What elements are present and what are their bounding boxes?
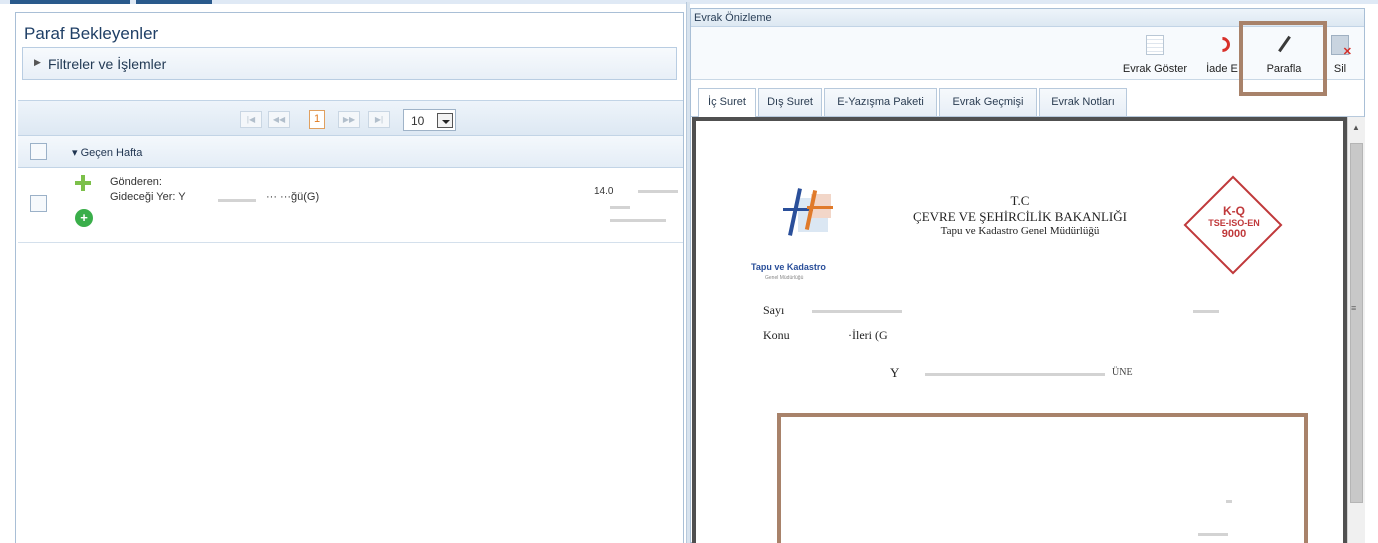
sayi-label: Sayı	[763, 303, 785, 317]
scroll-thumb[interactable]	[1350, 143, 1363, 503]
konu-label: Konu	[763, 328, 790, 342]
document-body-highlight	[777, 413, 1308, 543]
page-size-select[interactable]: 10	[403, 109, 456, 131]
redacted-text	[1193, 310, 1219, 313]
page-size-value: 10	[411, 114, 425, 128]
first-page-button[interactable]: |◀	[240, 111, 262, 128]
top-tab-1[interactable]	[10, 0, 130, 4]
destination-tail-text: ··· ···ğü(G)	[266, 191, 320, 203]
redacted-text	[218, 199, 256, 202]
addressee-text: Y	[890, 365, 900, 380]
redacted-text	[812, 310, 902, 313]
paginator: |◀ ◀◀ 1 ▶▶ ▶| 10	[18, 100, 683, 136]
chevron-down-icon[interactable]	[437, 113, 453, 128]
scroll-up-icon[interactable]: ▲	[1352, 123, 1360, 132]
sender-text: Gönderen:	[110, 176, 162, 188]
filter-label: Filtreler ve İşlemler	[48, 56, 167, 72]
next-page-button[interactable]: ▶▶	[338, 111, 360, 128]
tc-heading: T.C	[1010, 193, 1030, 208]
grip-icon: ≡	[1351, 303, 1357, 313]
document-icon	[1146, 35, 1164, 55]
parafla-highlight-box	[1239, 21, 1327, 96]
page-title: Paraf Bekleyenler	[24, 24, 159, 43]
redacted-text	[925, 373, 1105, 376]
add-circle-icon[interactable]: +	[75, 209, 93, 227]
filter-accordion[interactable]: ▶ Filtreler ve İşlemler	[22, 47, 677, 80]
redacted-text	[610, 206, 630, 209]
prev-page-button[interactable]: ◀◀	[268, 111, 290, 128]
undo-icon	[1211, 33, 1234, 56]
logo-text: Tapu ve Kadastro	[751, 262, 826, 272]
iade-et-button[interactable]: İade E	[1204, 31, 1240, 77]
kq-line1: K-Q	[1223, 204, 1245, 218]
kq-certification-text: K-Q TSE-ISO-EN 9000	[1197, 204, 1271, 240]
document-letterhead: T.C ÇEVRE VE ŞEHİRCİLİK BAKANLIĞI Tapu v…	[900, 193, 1140, 237]
panel-header-title: Evrak Önizleme	[694, 12, 772, 24]
addressee-tail: ÜNE	[1112, 367, 1133, 378]
last-page-button[interactable]: ▶|	[368, 111, 390, 128]
destination-text: Gideceği Yer: Y	[110, 191, 186, 203]
tab-evrak-notlari[interactable]: Evrak Notları	[1039, 88, 1127, 116]
redacted-text	[1226, 500, 1232, 503]
sil-label: Sil	[1333, 63, 1347, 75]
tapu-kadastro-logo	[783, 188, 835, 240]
paraf-bekleyenler-panel: Paraf Bekleyenler ▶ Filtreler ve İşlemle…	[15, 12, 684, 543]
ministry-heading: ÇEVRE VE ŞEHİRCİLİK BAKANLIĞI	[913, 209, 1127, 224]
evrak-goster-button[interactable]: Evrak Göster	[1119, 31, 1191, 77]
caret-right-icon: ▶	[34, 57, 41, 67]
delete-icon	[1331, 35, 1352, 58]
table-row[interactable]: + Gönderen: Gideceği Yer: Y ··· ···ğü(G)…	[18, 169, 683, 243]
date-text: 14.0	[594, 186, 614, 197]
kq-line2: TSE-ISO-EN	[1208, 218, 1260, 228]
redacted-text	[638, 190, 678, 193]
kq-line3: 9000	[1221, 228, 1247, 240]
tab-e-yazisma-paketi[interactable]: E-Yazışma Paketi	[824, 88, 937, 116]
tab-evrak-gecmisi[interactable]: Evrak Geçmişi	[939, 88, 1037, 116]
tab-ic-suret[interactable]: İç Suret	[698, 88, 756, 117]
sil-button[interactable]: Sil	[1325, 31, 1355, 77]
row-checkbox[interactable]	[30, 195, 47, 212]
directorate-heading: Tapu ve Kadastro Genel Müdürlüğü	[940, 225, 1100, 237]
top-tab-2[interactable]	[136, 0, 212, 4]
redacted-text	[610, 219, 666, 222]
iade-et-label: İade E	[1206, 63, 1238, 75]
group-row[interactable]: ▾ Geçen Hafta	[18, 136, 683, 168]
select-all-checkbox[interactable]	[30, 143, 47, 160]
logo-subtext: Genel Müdürlüğü	[765, 275, 804, 281]
current-page[interactable]: 1	[309, 110, 325, 129]
redacted-text	[1198, 533, 1228, 536]
add-icon[interactable]	[75, 175, 91, 191]
document-scrollbar[interactable]: ▲ ≡	[1347, 117, 1365, 543]
evrak-goster-label: Evrak Göster	[1122, 63, 1188, 75]
group-label: ▾ Geçen Hafta	[72, 147, 143, 159]
konu-value: ·İleri (G	[848, 328, 888, 342]
tab-dis-suret[interactable]: Dış Suret	[758, 88, 822, 116]
